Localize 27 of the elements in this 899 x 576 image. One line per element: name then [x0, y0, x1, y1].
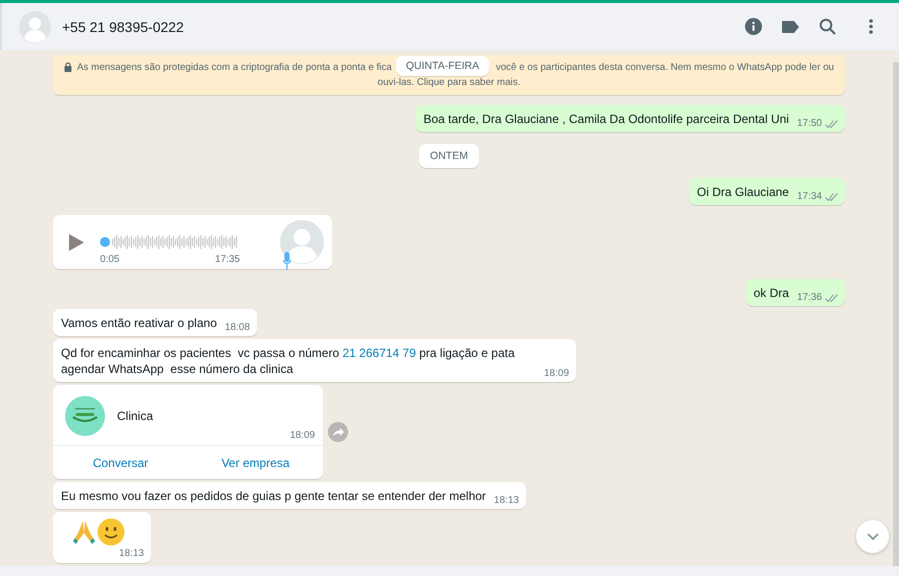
message-time: 17:36	[796, 292, 822, 303]
date-badge: ONTEM	[419, 144, 479, 168]
notice-text: As mensagens são protegidas com a criptografia de ponta a ponta e fica	[77, 62, 392, 72]
contact-name[interactable]: +55 21 98395-0222	[62, 18, 184, 34]
message-text: Qd for encaminhar os pacientes vc passa o número 21 266714 79 pra ligação e pata agendar WhatsApp esse número da clinica	[61, 345, 516, 377]
message-time: 17:35	[214, 254, 240, 264]
message-time: 17:34	[796, 191, 822, 202]
message-text: Vamos então reativar o plano	[61, 315, 217, 331]
message-time: 18:13	[118, 548, 144, 559]
notice-text: ouvi-las. Clique para saber mais.	[378, 77, 520, 88]
contact-action-link[interactable]: Conversar	[53, 456, 188, 470]
message-text: Oi Dra Glauciane	[696, 184, 789, 200]
message-time: 18:09	[290, 430, 315, 441]
message-text: ok Dra	[754, 285, 789, 301]
message-text: Eu mesmo vou fazer os pedidos de guias p gente tentar se entender der melhor	[61, 488, 486, 504]
message-text: Boa tarde, Dra Glauciane , Camila Da Odontolife parceira Dental Uni	[423, 111, 789, 127]
contact-name: Clinica	[117, 409, 154, 423]
contact-action-link[interactable]: Ver empresa	[188, 456, 323, 470]
voice-duration: 0:05	[100, 254, 120, 264]
phone-link[interactable]: 21 266714 79	[342, 346, 416, 360]
date-badge: QUINTA-FEIRA	[396, 56, 490, 76]
message-time: 18:08	[224, 322, 250, 333]
notice-text: você e os participantes desta conversa. Nem mesmo o WhatsApp pode ler ou	[496, 62, 834, 72]
message-time: 18:09	[544, 368, 570, 379]
message-time: 17:50	[796, 118, 822, 129]
message-time: 18:13	[494, 495, 519, 506]
encryption-notice[interactable]: As mensagens são protegidas com a criptografia de ponta a ponta e fica QUINTA-FEIRA você e os participantes desta conversa. Nem mesmo o WhatsApp pode ler ou ouvi-las. Clique para saber mais.	[53, 55, 845, 95]
